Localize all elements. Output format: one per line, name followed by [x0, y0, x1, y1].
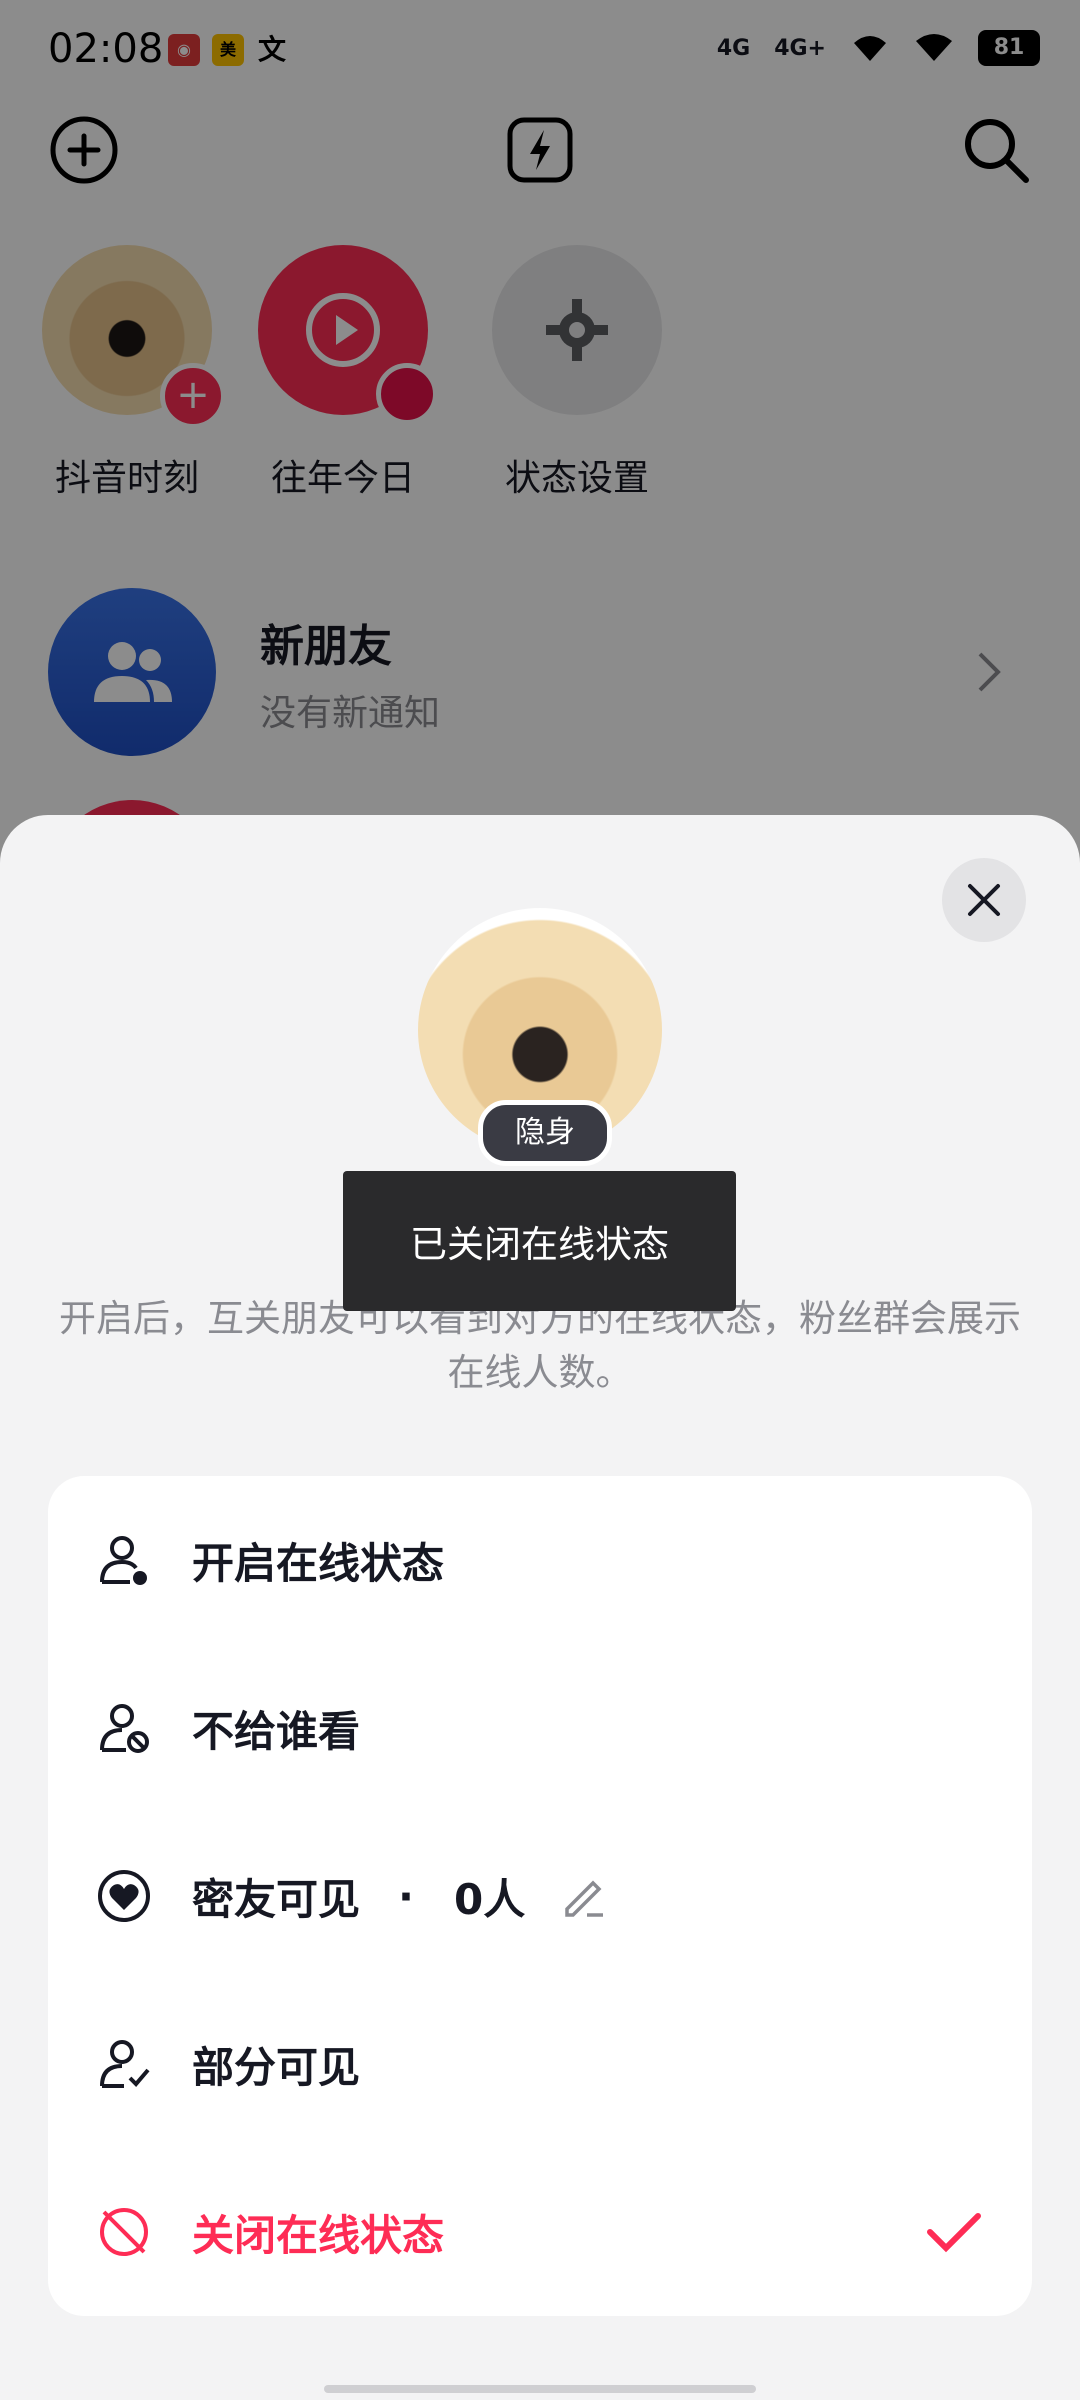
edit-icon[interactable]	[556, 1868, 612, 1924]
status-options-list: 开启在线状态 不给谁看 密友可见 · 0人 部分可见 关闭在线状态	[48, 1476, 1032, 2316]
option-label: 开启在线状态	[192, 1538, 445, 1588]
option-label: 关闭在线状态	[192, 2210, 445, 2260]
status-off-icon	[96, 2204, 152, 2260]
option-label: 部分可见	[192, 2042, 361, 2092]
option-hide-from[interactable]: 不给谁看	[48, 1644, 1032, 1812]
close-button[interactable]	[942, 858, 1026, 942]
home-indicator[interactable]	[324, 2385, 756, 2393]
option-separator: ·	[398, 1871, 414, 1921]
option-offline[interactable]: 关闭在线状态	[48, 2148, 1032, 2316]
person-dot-icon	[96, 1532, 152, 1588]
person-check-icon	[96, 2036, 152, 2092]
checkmark-icon	[924, 2202, 984, 2262]
option-label: 不给谁看	[192, 1706, 361, 1756]
person-block-icon	[96, 1700, 152, 1756]
invisible-badge: 隐身	[478, 1100, 612, 1166]
heart-circle-icon	[96, 1868, 152, 1924]
option-close-friends[interactable]: 密友可见 · 0人	[48, 1812, 1032, 1980]
option-partial-visible[interactable]: 部分可见	[48, 1980, 1032, 2148]
option-online[interactable]: 开启在线状态	[48, 1476, 1032, 1644]
close-friends-count: 0人	[454, 1874, 526, 1924]
option-label: 密友可见	[192, 1874, 361, 1924]
toast-message: 已关闭在线状态	[343, 1171, 736, 1311]
close-icon	[968, 884, 1000, 916]
